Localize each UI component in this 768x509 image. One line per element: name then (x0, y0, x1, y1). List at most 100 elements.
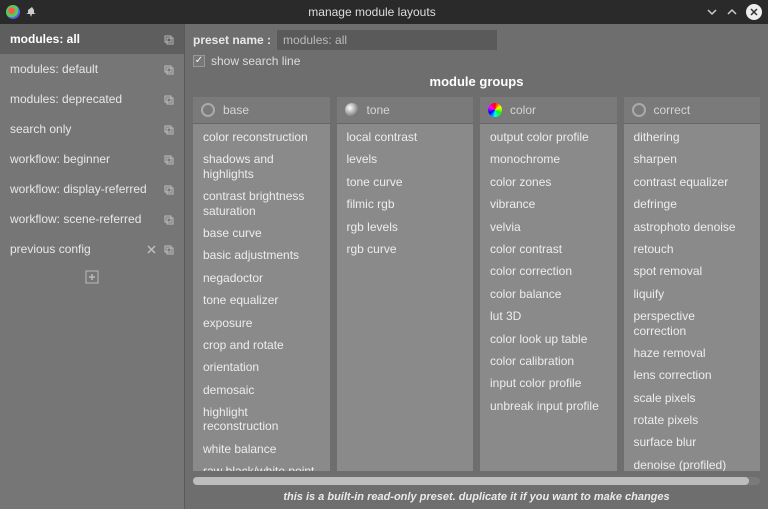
preset-name-input[interactable] (277, 30, 497, 50)
module-item[interactable]: retouch (634, 242, 751, 256)
correct-icon (632, 103, 646, 117)
group-correct: correct dithering sharpen contrast equalize… (624, 97, 761, 471)
module-item[interactable]: lens correction (634, 368, 751, 382)
group-header-color[interactable]: color (480, 97, 617, 124)
module-item[interactable]: demosaic (203, 383, 320, 397)
minimize-icon[interactable] (706, 6, 718, 18)
module-item[interactable]: liquify (634, 287, 751, 301)
module-item[interactable]: color contrast (490, 242, 607, 256)
module-item[interactable]: haze removal (634, 346, 751, 360)
module-item[interactable]: highlight reconstruction (203, 405, 320, 434)
module-item[interactable]: surface blur (634, 435, 751, 449)
sidebar-item-label: previous config (10, 242, 91, 256)
module-item[interactable]: color correction (490, 264, 607, 278)
sidebar-item-workflow-display-referred[interactable]: workflow: display-referred (0, 174, 184, 204)
module-item[interactable]: lut 3D (490, 309, 607, 323)
group-label: color (510, 103, 536, 117)
sidebar-item-workflow-beginner[interactable]: workflow: beginner (0, 144, 184, 174)
module-item[interactable]: contrast equalizer (634, 175, 751, 189)
module-item[interactable]: base curve (203, 226, 320, 240)
window-title: manage module layouts (38, 5, 706, 19)
module-item[interactable]: rotate pixels (634, 413, 751, 427)
color-icon (488, 103, 502, 117)
module-item[interactable]: denoise (profiled) (634, 458, 751, 471)
titlebar: manage module layouts ✕ (0, 0, 768, 24)
horizontal-scrollbar[interactable] (193, 477, 760, 485)
module-item[interactable]: tone equalizer (203, 293, 320, 307)
main: modules: all modules: default modules: dep… (0, 24, 768, 509)
module-item[interactable]: scale pixels (634, 391, 751, 405)
duplicate-icon[interactable] (163, 64, 174, 75)
module-item[interactable]: levels (347, 152, 464, 166)
module-item[interactable]: color calibration (490, 354, 607, 368)
duplicate-icon[interactable] (163, 34, 174, 45)
module-item[interactable]: local contrast (347, 130, 464, 144)
module-item[interactable]: perspective correction (634, 309, 751, 338)
group-header-tone[interactable]: tone (337, 97, 474, 124)
module-item[interactable]: defringe (634, 197, 751, 211)
module-item[interactable]: vibrance (490, 197, 607, 211)
module-item[interactable]: color reconstruction (203, 130, 320, 144)
module-item[interactable]: basic adjustments (203, 248, 320, 262)
section-title: module groups (193, 74, 760, 89)
module-item[interactable]: velvia (490, 220, 607, 234)
module-item[interactable]: color balance (490, 287, 607, 301)
module-item[interactable]: contrast brightness saturation (203, 189, 320, 218)
sidebar-item-previous-config[interactable]: previous config (0, 234, 184, 264)
sidebar-item-label: modules: all (10, 32, 80, 46)
group-label: base (223, 103, 249, 117)
module-item[interactable]: sharpen (634, 152, 751, 166)
module-item[interactable]: shadows and highlights (203, 152, 320, 181)
group-header-correct[interactable]: correct (624, 97, 761, 124)
preset-sidebar: modules: all modules: default modules: dep… (0, 24, 185, 509)
module-item[interactable]: filmic rgb (347, 197, 464, 211)
show-search-checkbox[interactable] (193, 55, 205, 67)
sidebar-item-label: modules: deprecated (10, 92, 122, 106)
show-search-label: show search line (211, 54, 300, 68)
duplicate-icon[interactable] (163, 184, 174, 195)
group-base: base color reconstruction shadows and high… (193, 97, 330, 471)
group-label: tone (367, 103, 390, 117)
module-item[interactable]: orientation (203, 360, 320, 374)
group-header-base[interactable]: base (193, 97, 330, 124)
module-item[interactable]: raw black/white point (203, 464, 320, 471)
pin-icon[interactable] (26, 6, 38, 18)
sidebar-item-search-only[interactable]: search only (0, 114, 184, 144)
module-item[interactable]: monochrome (490, 152, 607, 166)
group-tone: tone local contrast levels tone curve filmic… (337, 97, 474, 471)
module-item[interactable]: negadoctor (203, 271, 320, 285)
duplicate-icon[interactable] (163, 154, 174, 165)
scrollbar-thumb[interactable] (193, 477, 749, 485)
sidebar-item-modules-deprecated[interactable]: modules: deprecated (0, 84, 184, 114)
module-item[interactable]: exposure (203, 316, 320, 330)
sidebar-item-modules-default[interactable]: modules: default (0, 54, 184, 84)
close-icon[interactable]: ✕ (746, 4, 762, 20)
module-item[interactable]: crop and rotate (203, 338, 320, 352)
duplicate-icon[interactable] (163, 94, 174, 105)
sidebar-item-modules-all[interactable]: modules: all (0, 24, 184, 54)
duplicate-icon[interactable] (163, 244, 174, 255)
show-search-line-row[interactable]: show search line (193, 54, 760, 68)
module-item[interactable]: astrophoto denoise (634, 220, 751, 234)
module-item[interactable]: rgb levels (347, 220, 464, 234)
module-item[interactable]: dithering (634, 130, 751, 144)
sidebar-item-workflow-scene-referred[interactable]: workflow: scene-referred (0, 204, 184, 234)
module-item[interactable]: tone curve (347, 175, 464, 189)
maximize-icon[interactable] (726, 6, 738, 18)
module-item[interactable]: rgb curve (347, 242, 464, 256)
duplicate-icon[interactable] (163, 124, 174, 135)
module-item[interactable]: color zones (490, 175, 607, 189)
delete-icon[interactable] (146, 244, 157, 255)
sidebar-item-label: workflow: display-referred (10, 182, 147, 196)
add-preset-button[interactable] (0, 264, 184, 293)
sidebar-item-label: workflow: scene-referred (10, 212, 141, 226)
sidebar-item-label: search only (10, 122, 71, 136)
module-item[interactable]: spot removal (634, 264, 751, 278)
module-item[interactable]: color look up table (490, 332, 607, 346)
module-item[interactable]: unbreak input profile (490, 399, 607, 413)
module-item[interactable]: output color profile (490, 130, 607, 144)
duplicate-icon[interactable] (163, 214, 174, 225)
module-item[interactable]: input color profile (490, 376, 607, 390)
module-item[interactable]: white balance (203, 442, 320, 456)
group-body-tone: local contrast levels tone curve filmic rgb… (337, 124, 474, 264)
